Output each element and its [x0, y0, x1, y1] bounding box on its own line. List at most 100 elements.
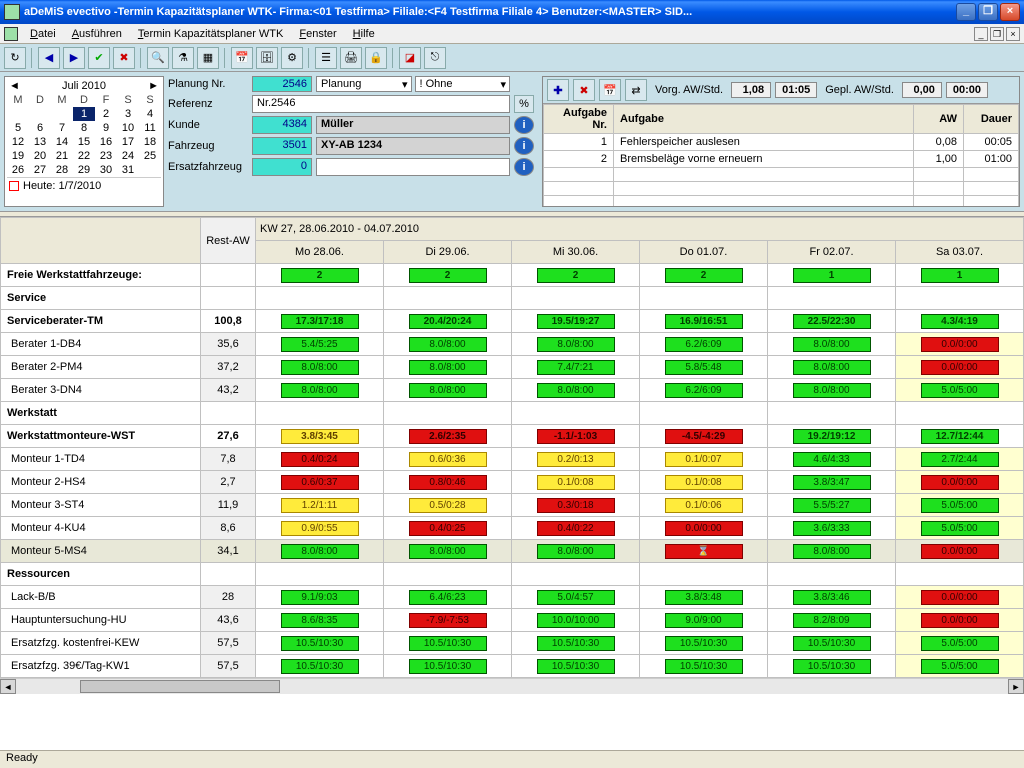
ohne-select[interactable]: ! Ohne — [415, 76, 511, 92]
capacity-pill[interactable]: 17.3/17:18 — [281, 314, 359, 329]
capacity-pill[interactable]: 8.2/8:09 — [793, 613, 871, 628]
mdi-minimize[interactable]: _ — [974, 27, 988, 41]
cal-day[interactable]: 15 — [73, 135, 95, 149]
grid-row[interactable]: Freie Werkstattfahrzeuge:222211 — [1, 264, 1024, 287]
capacity-pill[interactable]: 4.6/4:33 — [793, 452, 871, 467]
cal-grid[interactable]: MDMDFSS 12345678910111213141516171819202… — [7, 93, 161, 177]
capacity-pill[interactable]: 8.0/8:00 — [409, 360, 487, 375]
tool-filter-icon[interactable]: ⚗ — [172, 47, 194, 69]
cal-day[interactable] — [29, 107, 51, 121]
capacity-pill[interactable]: 0.9/0:55 — [281, 521, 359, 536]
capacity-pill[interactable]: 7.4/7:21 — [537, 360, 615, 375]
grid-row[interactable]: Berater 2-PM437,28.0/8:008.0/8:007.4/7:2… — [1, 356, 1024, 379]
close-button[interactable]: × — [1000, 3, 1020, 21]
capacity-pill[interactable]: 10.0/10:00 — [537, 613, 615, 628]
cal-day[interactable]: 7 — [51, 121, 73, 135]
grid-row[interactable]: Monteur 3-ST411,91.2/1:110.5/0:280.3/0:1… — [1, 494, 1024, 517]
capacity-pill[interactable]: 2.7/2:44 — [921, 452, 999, 467]
cal-day[interactable]: 23 — [95, 149, 117, 163]
capacity-pill[interactable]: 0.4/0:25 — [409, 521, 487, 536]
capacity-pill[interactable]: -1.1/-1:03 — [537, 429, 615, 444]
menu-datei[interactable]: Datei — [22, 26, 64, 42]
capacity-pill[interactable]: 12.7/12:44 — [921, 429, 999, 444]
capacity-pill[interactable]: 0.1/0:08 — [537, 475, 615, 490]
capacity-pill[interactable]: 2 — [665, 268, 743, 283]
capacity-pill[interactable]: 9.1/9:03 — [281, 590, 359, 605]
capacity-pill[interactable]: 10.5/10:30 — [793, 659, 871, 674]
capacity-pill[interactable]: 0.5/0:28 — [409, 498, 487, 513]
capacity-pill[interactable]: ⌛ — [665, 544, 743, 559]
cal-day[interactable]: 13 — [29, 135, 51, 149]
capacity-pill[interactable]: 0.1/0:06 — [665, 498, 743, 513]
task-cal-icon[interactable]: 📅 — [599, 79, 621, 101]
tool-calendar-icon[interactable]: 📅 — [231, 47, 253, 69]
capacity-pill[interactable]: 3.8/3:46 — [793, 590, 871, 605]
capacity-pill[interactable]: 20.4/20:24 — [409, 314, 487, 329]
task-row[interactable]: 1Fehlerspeicher auslesen0,0800:05 — [544, 134, 1019, 151]
day-header[interactable]: Mo 28.06. — [256, 241, 384, 264]
cal-next[interactable]: ► — [148, 80, 159, 92]
grid-row[interactable]: Berater 1-DB435,65.4/5:258.0/8:008.0/8:0… — [1, 333, 1024, 356]
capacity-pill[interactable]: 1 — [793, 268, 871, 283]
tool-lock-icon[interactable]: 🔒 — [365, 47, 387, 69]
cal-day[interactable]: 17 — [117, 135, 139, 149]
capacity-pill[interactable]: 5.8/5:48 — [665, 360, 743, 375]
capacity-pill[interactable]: 0.4/0:24 — [281, 452, 359, 467]
capacity-pill[interactable]: 10.5/10:30 — [537, 636, 615, 651]
cal-day[interactable]: 29 — [73, 163, 95, 177]
capacity-pill[interactable]: 9.0/9:00 — [665, 613, 743, 628]
mdi-close[interactable]: × — [1006, 27, 1020, 41]
capacity-pill[interactable]: 10.5/10:30 — [409, 659, 487, 674]
capacity-pill[interactable]: 10.5/10:30 — [793, 636, 871, 651]
capacity-pill[interactable]: 8.0/8:00 — [281, 360, 359, 375]
capacity-pill[interactable]: 6.2/6:09 — [665, 337, 743, 352]
cal-prev[interactable]: ◄ — [9, 80, 20, 92]
day-header[interactable]: Do 01.07. — [640, 241, 768, 264]
capacity-pill[interactable]: 2 — [537, 268, 615, 283]
grid-row[interactable]: Lack-B/B289.1/9:036.4/6:235.0/4:573.8/3:… — [1, 586, 1024, 609]
tool-db-icon[interactable]: 🗄 — [256, 47, 278, 69]
capacity-pill[interactable]: 8.6/8:35 — [281, 613, 359, 628]
capacity-pill[interactable]: -7.9/-7:53 — [409, 613, 487, 628]
tool-search-icon[interactable]: 🔍 — [147, 47, 169, 69]
grid-row[interactable]: Monteur 4-KU48,60.9/0:550.4/0:250.4/0:22… — [1, 517, 1024, 540]
col-dauer[interactable]: Dauer — [964, 105, 1019, 134]
capacity-pill[interactable]: 5.0/5:00 — [921, 498, 999, 513]
tool-refresh-icon[interactable]: ↻ — [4, 47, 26, 69]
cal-day[interactable]: 24 — [117, 149, 139, 163]
referenz-field[interactable]: Nr.2546 — [252, 95, 510, 113]
cal-day[interactable]: 31 — [117, 163, 139, 177]
capacity-pill[interactable]: 22.5/22:30 — [793, 314, 871, 329]
grid-row[interactable]: Monteur 1-TD47,80.4/0:240.6/0:360.2/0:13… — [1, 448, 1024, 471]
capacity-pill[interactable]: 8.0/8:00 — [281, 544, 359, 559]
cal-day[interactable]: 30 — [95, 163, 117, 177]
referenz-search-icon[interactable]: % — [514, 95, 534, 113]
capacity-pill[interactable]: 1.2/1:11 — [281, 498, 359, 513]
capacity-pill[interactable]: 5.4/5:25 — [281, 337, 359, 352]
menu-fenster[interactable]: Fenster — [291, 26, 344, 42]
capacity-pill[interactable]: 0.0/0:00 — [921, 590, 999, 605]
cal-day[interactable]: 2 — [95, 107, 117, 121]
capacity-pill[interactable]: 2.6/2:35 — [409, 429, 487, 444]
col-aw[interactable]: AW — [914, 105, 964, 134]
cal-day[interactable]: 20 — [29, 149, 51, 163]
task-add-icon[interactable]: ✚ — [547, 79, 569, 101]
capacity-pill[interactable]: 8.0/8:00 — [537, 337, 615, 352]
capacity-pill[interactable]: 8.0/8:00 — [793, 383, 871, 398]
tool-delete-icon[interactable]: ✖ — [113, 47, 135, 69]
capacity-pill[interactable]: 16.9/16:51 — [665, 314, 743, 329]
fahrzeug-field[interactable]: XY-AB 1234 — [316, 137, 510, 155]
capacity-grid[interactable]: Rest-AW KW 27, 28.06.2010 - 04.07.2010 M… — [0, 216, 1024, 750]
capacity-pill[interactable]: 2 — [409, 268, 487, 283]
ersatz-nr-field[interactable]: 0 — [252, 158, 312, 176]
cal-day[interactable]: 28 — [51, 163, 73, 177]
capacity-pill[interactable]: 10.5/10:30 — [665, 659, 743, 674]
cal-day[interactable] — [51, 107, 73, 121]
capacity-pill[interactable]: 8.0/8:00 — [409, 383, 487, 398]
mdi-restore[interactable]: ❐ — [990, 27, 1004, 41]
ersatz-info-icon[interactable]: i — [514, 158, 534, 176]
kunde-field[interactable]: Müller — [316, 116, 510, 134]
capacity-pill[interactable]: 0.1/0:07 — [665, 452, 743, 467]
grid-row[interactable]: Ersatzfzg. kostenfrei-KEW57,510.5/10:301… — [1, 632, 1024, 655]
day-header[interactable]: Mi 30.06. — [512, 241, 640, 264]
